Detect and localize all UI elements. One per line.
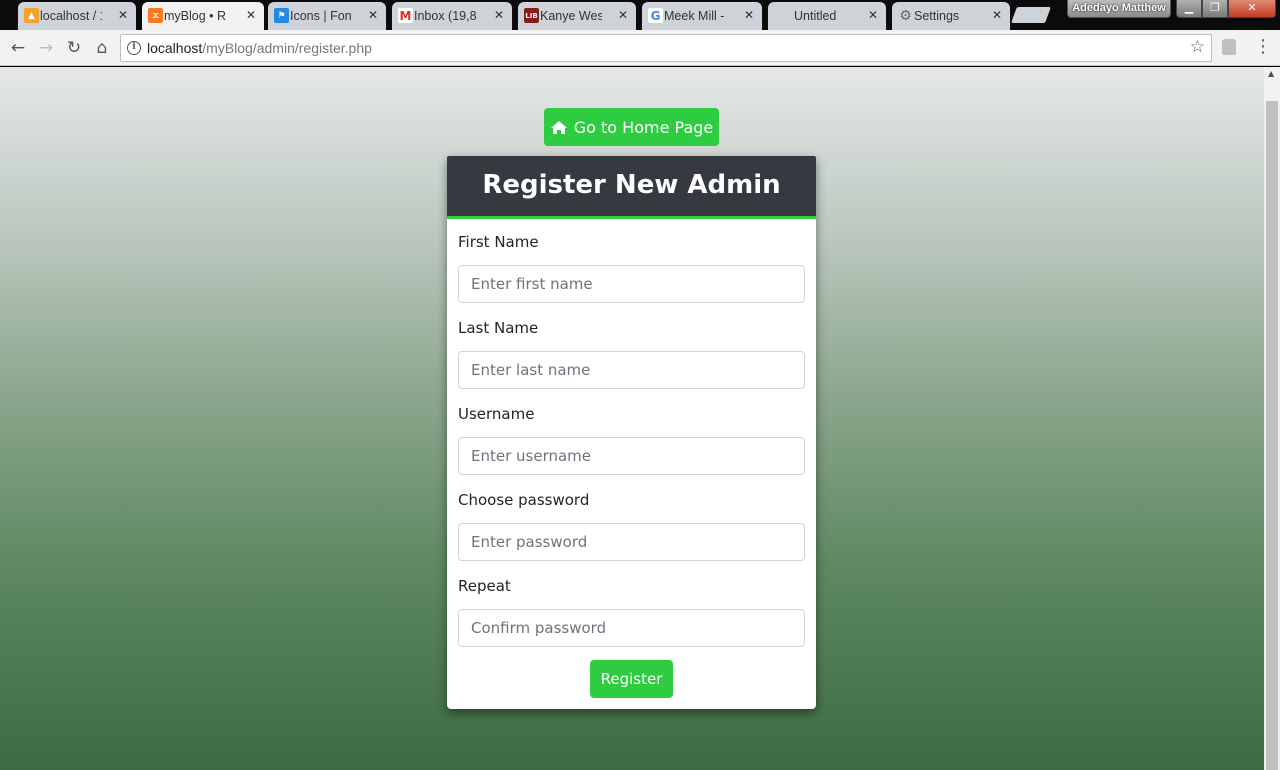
tab-untitled[interactable]: Untitled ✕ (768, 2, 886, 30)
repeat-password-label: Repeat (458, 577, 511, 595)
bookmark-star-icon[interactable]: ☆ (1190, 37, 1205, 57)
tab-title: localhost / 1 (40, 9, 102, 23)
first-name-label: First Name (458, 233, 539, 251)
close-icon[interactable]: ✕ (618, 8, 628, 22)
profile-button[interactable]: Adedayo Matthew (1067, 0, 1171, 18)
close-icon[interactable]: ✕ (246, 8, 256, 22)
scroll-up-arrow-icon[interactable]: ▲ (1268, 69, 1274, 78)
maximize-button[interactable]: ❐ (1202, 0, 1228, 18)
password-input[interactable] (458, 523, 805, 561)
tab-title: Settings (914, 9, 960, 23)
close-icon[interactable]: ✕ (992, 8, 1002, 22)
url-text[interactable]: localhost/myBlog/admin/register.php (147, 40, 372, 56)
close-icon[interactable]: ✕ (744, 8, 754, 22)
close-icon[interactable]: ✕ (494, 8, 504, 22)
tab-meek-mill[interactable]: G Meek Mill - ✕ (642, 2, 762, 30)
username-group: Username (458, 405, 805, 475)
tab-kanye[interactable]: LIB Kanye West ✕ (518, 2, 636, 30)
last-name-input[interactable] (458, 351, 805, 389)
close-icon[interactable]: ✕ (868, 8, 878, 22)
info-icon[interactable]: i (127, 41, 141, 55)
form-title: Register New Admin (447, 156, 816, 219)
close-window-button[interactable]: ✕ (1228, 0, 1276, 18)
back-arrow-icon[interactable]: ← (6, 36, 30, 60)
first-name-group: First Name (458, 233, 805, 303)
google-icon: G (648, 8, 663, 23)
gear-icon: ⚙ (899, 7, 912, 24)
xampp-icon: ㅈ (148, 8, 163, 23)
tab-title: Icons | Font (290, 9, 352, 23)
last-name-group: Last Name (458, 319, 805, 389)
repeat-password-group: Repeat (458, 577, 805, 647)
reload-icon[interactable]: ↻ (62, 36, 86, 60)
home-icon[interactable]: ⌂ (90, 36, 114, 60)
page-content: Go to Home Page Register New Admin First… (0, 67, 1264, 770)
forward-arrow-icon[interactable]: → (34, 36, 58, 60)
password-group: Choose password (458, 491, 805, 561)
first-name-input[interactable] (458, 265, 805, 303)
scrollbar-thumb[interactable] (1266, 101, 1278, 770)
tab-title: Kanye West (540, 9, 602, 23)
username-input[interactable] (458, 437, 805, 475)
url-path: /myBlog/admin/register.php (202, 40, 372, 56)
tab-font-icons[interactable]: ⚑ Icons | Font ✕ (268, 2, 386, 30)
tab-title: Untitled (794, 9, 837, 23)
tab-myblog[interactable]: ㅈ myBlog • Re ✕ (142, 2, 264, 30)
close-icon[interactable]: ✕ (118, 8, 128, 22)
tab-title: Inbox (19,82 (414, 9, 476, 23)
vertical-scrollbar[interactable]: ▲ (1264, 67, 1280, 770)
new-tab-button[interactable] (1011, 7, 1051, 23)
gmail-icon: M (398, 8, 413, 23)
extension-icon[interactable] (1222, 39, 1236, 55)
tab-strip: ▲ localhost / 1 ✕ ㅈ myBlog • Re ✕ ⚑ Icon… (0, 0, 1280, 30)
lib-icon: LIB (524, 8, 539, 23)
menu-icon[interactable]: ⋮ (1254, 36, 1272, 60)
register-form-card: Register New Admin First Name Last Name … (447, 156, 816, 709)
flag-icon: ⚑ (274, 8, 289, 23)
password-label: Choose password (458, 491, 590, 509)
tab-settings[interactable]: ⚙ Settings ✕ (892, 2, 1010, 30)
username-label: Username (458, 405, 535, 423)
last-name-label: Last Name (458, 319, 539, 337)
tab-title: myBlog • Re (164, 9, 226, 23)
browser-toolbar: ← → ↻ ⌂ i localhost/myBlog/admin/registe… (0, 30, 1280, 66)
address-bar[interactable]: i localhost/myBlog/admin/register.php ☆ (120, 34, 1212, 62)
go-home-label: Go to Home Page (573, 117, 714, 137)
repeat-password-input[interactable] (458, 609, 805, 647)
url-host: localhost (147, 40, 203, 56)
register-button[interactable]: Register (590, 660, 673, 698)
go-home-button[interactable]: Go to Home Page (544, 108, 719, 146)
home-icon (550, 120, 567, 134)
phpmyadmin-icon: ▲ (24, 8, 39, 23)
tab-gmail[interactable]: M Inbox (19,82 ✕ (392, 2, 512, 30)
tab-phpmyadmin[interactable]: ▲ localhost / 1 ✕ (18, 2, 136, 30)
tab-title: Meek Mill - (664, 9, 725, 23)
minimize-button[interactable]: ▁ (1176, 0, 1202, 18)
close-icon[interactable]: ✕ (368, 8, 378, 22)
